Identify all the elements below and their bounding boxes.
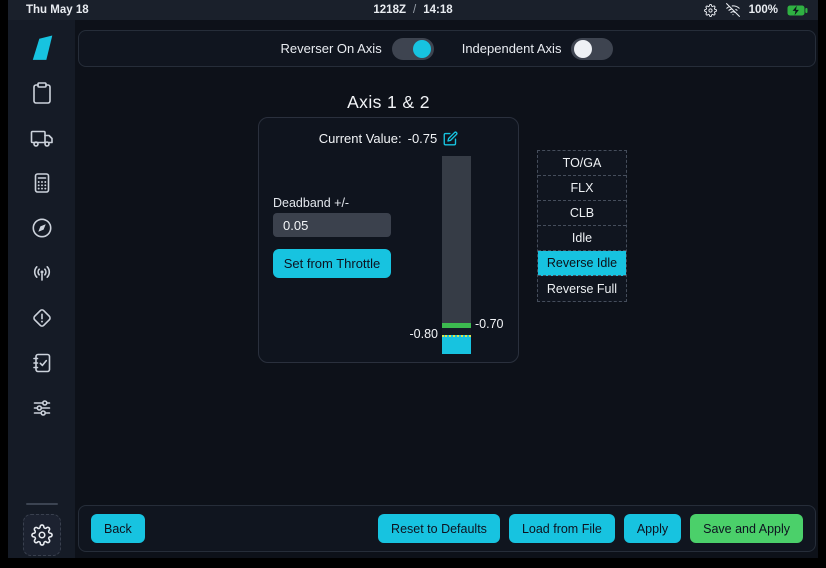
toggle-knob — [413, 40, 431, 58]
set-from-throttle-button[interactable]: Set from Throttle — [273, 249, 391, 278]
page-title: Axis 1 & 2 — [258, 92, 519, 113]
independent-axis-toggle[interactable] — [571, 38, 613, 60]
independent-axis-label: Independent Axis — [462, 41, 562, 56]
sidebar-item-sliders[interactable] — [29, 396, 55, 420]
axis-options-bar: Reverser On Axis Independent Axis — [78, 30, 816, 67]
status-date: Thu May 18 — [8, 4, 89, 16]
axis-upper-bound-label: -0.70 — [475, 317, 504, 331]
current-value-label: Current Value: — [319, 131, 402, 146]
back-button[interactable]: Back — [91, 514, 145, 543]
footer-action-bar: Back Reset to Defaults Load from File Ap… — [78, 505, 816, 552]
sidebar-item-antenna[interactable] — [29, 261, 55, 285]
gear-icon — [31, 524, 53, 546]
load-from-file-button[interactable]: Load from File — [509, 514, 615, 543]
status-utc-time: 1218Z — [373, 4, 406, 16]
sidebar-divider — [26, 503, 58, 505]
sidebar-item-compass[interactable] — [29, 216, 55, 240]
current-value: -0.75 — [408, 131, 438, 146]
toggle-knob — [574, 40, 592, 58]
sidebar — [8, 20, 75, 558]
wifi-off-icon — [726, 3, 740, 17]
axis-bar-track — [442, 156, 471, 323]
detent-list: TO/GA FLX CLB Idle Reverse Idle Reverse … — [537, 150, 627, 302]
detent-row-reverse-full[interactable]: Reverse Full — [538, 276, 626, 301]
status-bar: Thu May 18 1218Z / 14:18 100% — [8, 0, 818, 20]
apply-button[interactable]: Apply — [624, 514, 681, 543]
sidebar-item-settings[interactable] — [23, 514, 61, 556]
sidebar-item-warning[interactable] — [29, 306, 55, 330]
sidebar-item-checklist[interactable] — [29, 351, 55, 375]
deadband-label: Deadband +/- — [273, 196, 349, 210]
save-and-apply-button[interactable]: Save and Apply — [690, 514, 803, 543]
battery-charging-icon — [787, 5, 808, 16]
edit-pencil-icon[interactable] — [443, 131, 458, 146]
axis-calibration-panel: Current Value: -0.75 Deadband +/- Set fr… — [258, 117, 519, 363]
detent-row-idle[interactable]: Idle — [538, 226, 626, 251]
detent-row-toga[interactable]: TO/GA — [538, 151, 626, 176]
settings-gear-icon[interactable] — [704, 4, 717, 17]
sidebar-item-truck[interactable] — [29, 126, 55, 150]
sidebar-item-clipboard[interactable] — [29, 81, 55, 105]
axis-bar-current-zone — [442, 335, 471, 354]
detent-row-reverse-idle[interactable]: Reverse Idle — [538, 251, 626, 276]
deadband-input[interactable] — [273, 213, 391, 237]
app-window: Thu May 18 1218Z / 14:18 100% — [8, 0, 818, 558]
axis-bar-gap — [442, 328, 471, 335]
reset-to-defaults-button[interactable]: Reset to Defaults — [378, 514, 500, 543]
status-time-separator: / — [413, 4, 416, 16]
battery-percent-label: 100% — [749, 4, 778, 16]
status-clock: 1218Z / 14:18 — [373, 4, 452, 16]
content-area: Reverser On Axis Independent Axis Axis 1… — [75, 20, 818, 558]
axis-lower-bound-label: -0.80 — [403, 327, 438, 341]
detent-row-flx[interactable]: FLX — [538, 176, 626, 201]
status-local-time: 14:18 — [423, 4, 452, 16]
axis-position-bar — [442, 156, 471, 354]
detent-row-clb[interactable]: CLB — [538, 201, 626, 226]
reverser-on-axis-toggle[interactable] — [392, 38, 434, 60]
reverser-on-axis-label: Reverser On Axis — [281, 41, 382, 56]
app-logo-icon — [29, 36, 55, 60]
sidebar-item-calculator[interactable] — [29, 171, 55, 195]
